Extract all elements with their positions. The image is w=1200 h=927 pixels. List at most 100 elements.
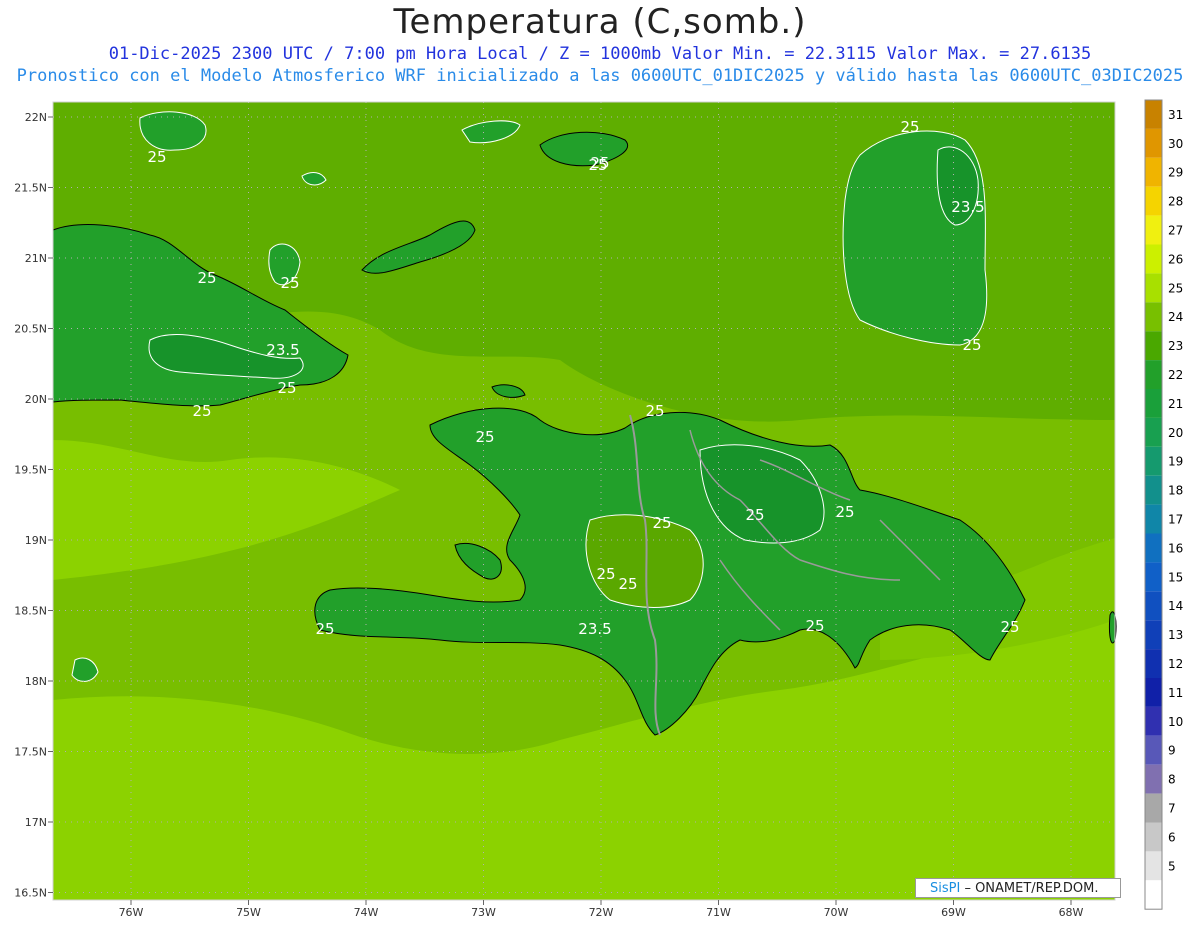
colorbar-label: 31 xyxy=(1168,108,1183,122)
longitude-labels: 76W 75W 74W 73W 72W 71W 70W 69W 68W xyxy=(119,900,1084,919)
colorbar-cell xyxy=(1145,244,1162,274)
colorbar-cell xyxy=(1145,591,1162,621)
lat-label: 21N xyxy=(25,252,47,265)
colorbar-label: 20 xyxy=(1168,426,1183,440)
colorbar-cell xyxy=(1145,273,1162,303)
colorbar-cell xyxy=(1145,678,1162,707)
contour-label: 25 xyxy=(192,402,211,420)
colorbar-label: 9 xyxy=(1168,744,1176,758)
lon-label: 73W xyxy=(471,906,496,919)
lat-label: 18N xyxy=(25,675,47,688)
colorbar-cell xyxy=(1145,215,1162,245)
lat-label: 19.5N xyxy=(14,464,47,477)
contour-label: 25 xyxy=(745,506,764,524)
colorbar-label: 25 xyxy=(1168,281,1183,295)
colorbar-cell xyxy=(1145,620,1162,650)
contour-label: 25 xyxy=(645,402,664,420)
lat-label: 22N xyxy=(25,111,47,124)
contour-label: 23.5 xyxy=(578,620,611,638)
lat-label: 20N xyxy=(25,393,47,406)
colorbar-cell xyxy=(1145,504,1162,534)
contour-label: 25 xyxy=(280,274,299,292)
lat-label: 16.5N xyxy=(14,887,47,900)
colorbar-cell xyxy=(1145,389,1162,418)
contour-label: 25 xyxy=(835,503,854,521)
colorbar-cell xyxy=(1145,186,1162,216)
colorbar-cell xyxy=(1145,793,1162,823)
colorbar-cell xyxy=(1145,880,1162,910)
colorbar-label: 7 xyxy=(1168,802,1176,816)
contour-label: 25 xyxy=(900,118,919,136)
colorbar-label: 13 xyxy=(1168,628,1183,642)
colorbar-label: 8 xyxy=(1168,773,1176,787)
colorbar-cell xyxy=(1145,851,1162,881)
lat-label: 18.5N xyxy=(14,605,47,618)
colorbar-cell xyxy=(1145,822,1162,852)
colorbar-cell xyxy=(1145,562,1162,592)
colorbar-label: 26 xyxy=(1168,252,1183,266)
latitude-labels: 22N 21.5N 21N 20.5N 20N 19.5N 19N 18.5N 18N 17.5N… xyxy=(14,111,53,900)
lon-label: 68W xyxy=(1059,906,1084,919)
contour-label: 25 xyxy=(315,620,334,638)
credit-text: – ONAMET/REP.DOM. xyxy=(960,881,1099,896)
lat-label: 19N xyxy=(25,534,47,547)
colorbar-label: 12 xyxy=(1168,657,1183,671)
lat-label: 21.5N xyxy=(14,182,47,195)
lon-label: 72W xyxy=(589,906,614,919)
colorbar-cell xyxy=(1145,157,1162,187)
colorbar-cell xyxy=(1145,417,1162,447)
lon-label: 76W xyxy=(119,906,144,919)
colorbar-label: 22 xyxy=(1168,368,1183,382)
colorbar-label: 18 xyxy=(1168,484,1183,498)
colorbar-label: 27 xyxy=(1168,224,1183,238)
contour-label: 25 xyxy=(805,617,824,635)
colorbar-cell xyxy=(1145,764,1162,794)
colorbar-cell xyxy=(1145,706,1162,736)
lon-label: 69W xyxy=(941,906,966,919)
colorbar-label: 10 xyxy=(1168,715,1183,729)
colorbar-cell xyxy=(1145,533,1162,563)
colorbar-label: 16 xyxy=(1168,541,1183,555)
colorbar-cell xyxy=(1145,302,1162,332)
colorbar-label: 17 xyxy=(1168,513,1183,527)
lat-label: 17.5N xyxy=(14,746,47,759)
colorbar-label: 29 xyxy=(1168,166,1183,180)
colorbar-label: 6 xyxy=(1168,830,1176,844)
colorbar-label: 21 xyxy=(1168,397,1183,411)
colorbar-cell xyxy=(1145,649,1162,678)
colorbar-label: 11 xyxy=(1168,686,1183,700)
contour-label: 25 xyxy=(475,428,494,446)
hispaniola-warm-valley xyxy=(585,514,704,608)
lat-label: 20.5N xyxy=(14,323,47,336)
contour-label: 25 xyxy=(962,336,981,354)
contour-label: 23.5 xyxy=(266,341,299,359)
colorbar-cell xyxy=(1145,475,1162,505)
colorbar: 31 30 29 28 27 26 25 24 23 22 21 20 19 18 17 16 15 14 13 12… xyxy=(1144,99,1183,910)
contour-label: 25 xyxy=(277,379,296,397)
colorbar-cell xyxy=(1145,446,1162,476)
contour-label: 25 xyxy=(590,154,609,172)
contour-label: 25 xyxy=(618,575,637,593)
colorbar-label: 30 xyxy=(1168,137,1183,151)
colorbar-label: 23 xyxy=(1168,339,1183,353)
colorbar-label: 5 xyxy=(1168,859,1176,873)
lon-label: 75W xyxy=(236,906,261,919)
colorbar-cell xyxy=(1145,331,1162,361)
colorbar-label: 15 xyxy=(1168,570,1183,584)
brand-label: SisPI xyxy=(930,881,961,896)
colorbar-cell xyxy=(1145,100,1162,129)
colorbar-cell xyxy=(1145,360,1162,389)
contour-label: 25 xyxy=(652,514,671,532)
colorbar-label: 19 xyxy=(1168,455,1183,469)
lon-label: 70W xyxy=(824,906,849,919)
colorbar-label: 14 xyxy=(1168,599,1183,613)
temperature-map: 22N 21.5N 21N 20.5N 20N 19.5N 19N 18.5N 18N 17.5N… xyxy=(14,99,1183,919)
colorbar-label: 28 xyxy=(1168,195,1183,209)
contour-label: 23.5 xyxy=(951,198,984,216)
colorbar-cell xyxy=(1145,128,1162,158)
colorbar-label: 24 xyxy=(1168,310,1183,324)
contour-label: 25 xyxy=(1000,618,1019,636)
colorbar-cell xyxy=(1145,735,1162,765)
contour-label: 25 xyxy=(596,565,615,583)
contour-label: 25 xyxy=(197,269,216,287)
